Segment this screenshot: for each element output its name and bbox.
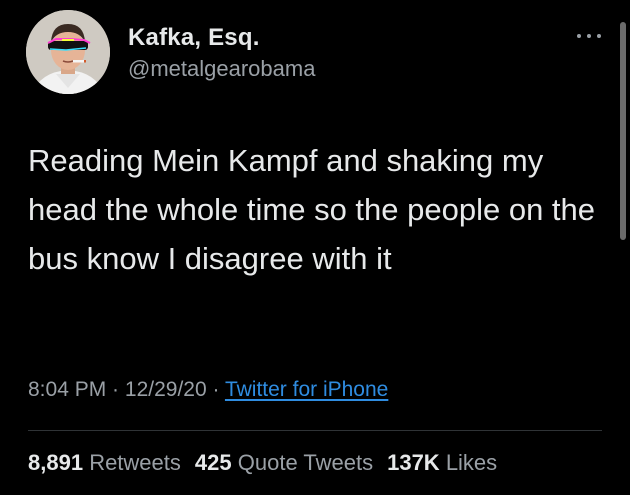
tweet-text: Reading Mein Kampf and shaking my head t… [28,143,596,276]
more-dot [597,34,601,38]
tweet-card: Kafka, Esq. @metalgearobama Reading Mein… [0,0,630,495]
meta-separator: · [206,378,225,401]
more-options-icon[interactable] [574,26,604,46]
meta-separator: · [106,378,125,401]
avatar-image [26,10,110,94]
tweet-time[interactable]: 8:04 PM [28,378,106,401]
tweet-source-link[interactable]: Twitter for iPhone [225,378,388,401]
likes-count: 137K [387,450,440,475]
divider [28,430,602,431]
author-name[interactable]: Kafka, Esq. [128,24,260,52]
quote-tweets-label: Quote Tweets [237,450,374,475]
more-dot [587,34,591,38]
quote-tweets-count: 425 [194,450,232,475]
tweet-meta: 8:04 PM · 12/29/20 · Twitter for iPhone [28,378,388,402]
tweet-stats: 8,891 Retweets 425 Quote Tweets 137K Likes [28,450,511,476]
tweet-date[interactable]: 12/29/20 [125,378,207,401]
avatar[interactable] [26,10,110,94]
retweets-label: Retweets [89,450,181,475]
quote-tweets-stat[interactable]: 425 Quote Tweets [195,450,373,475]
retweets-count: 8,891 [28,450,84,475]
more-dot [577,34,581,38]
retweets-stat[interactable]: 8,891 Retweets [28,450,181,475]
scrollbar[interactable] [620,22,626,240]
likes-label: Likes [445,450,498,475]
likes-stat[interactable]: 137K Likes [387,450,497,475]
author-handle[interactable]: @metalgearobama [128,56,315,82]
